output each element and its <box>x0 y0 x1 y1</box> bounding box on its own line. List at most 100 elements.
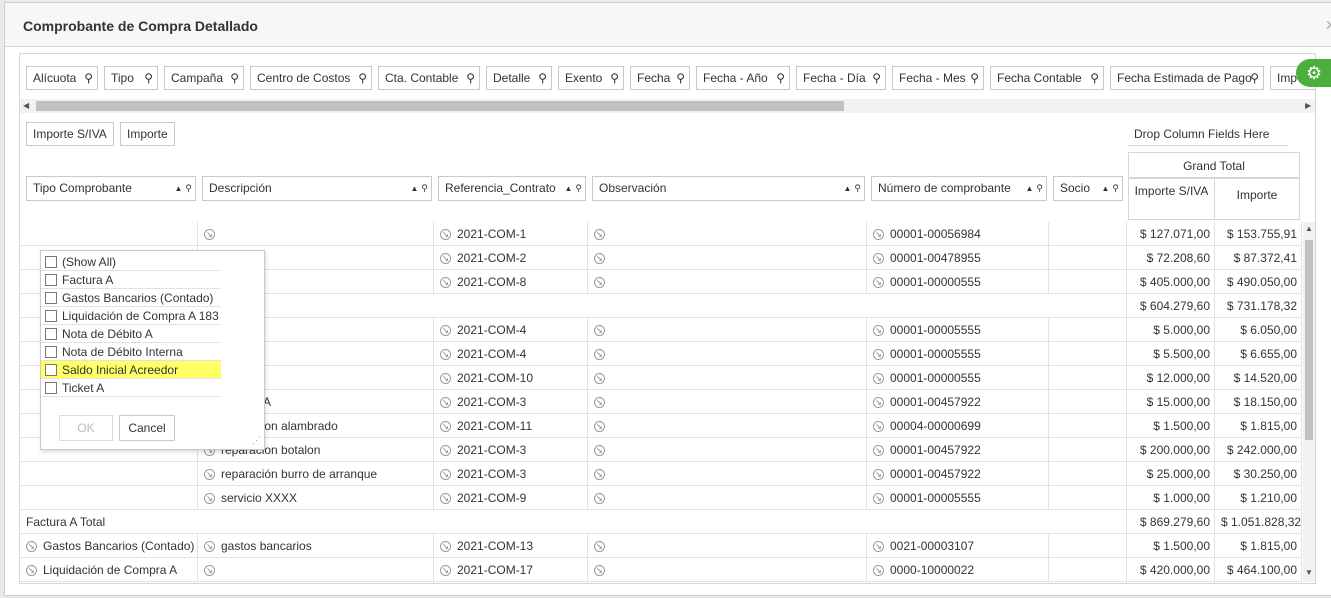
checkbox[interactable] <box>45 310 57 322</box>
checkbox[interactable] <box>45 346 57 358</box>
expand-icon[interactable]: ↘ <box>594 469 605 481</box>
expand-icon[interactable]: ↘ <box>204 229 215 241</box>
expand-icon[interactable]: ↘ <box>594 373 605 385</box>
filter-icon[interactable]: ⚲ <box>84 67 93 89</box>
expand-icon[interactable]: ↘ <box>440 493 451 505</box>
expand-icon[interactable]: ↘ <box>594 397 605 409</box>
expand-icon[interactable]: ↘ <box>440 421 451 433</box>
scroll-right-icon[interactable]: ▶ <box>1305 99 1311 113</box>
expand-icon[interactable]: ↘ <box>594 229 605 241</box>
popup-item-show-all[interactable]: (Show All) <box>41 253 221 271</box>
filter-icon[interactable]: ⚲ <box>358 67 367 89</box>
field-centro-de-costos[interactable]: Centro de Costos ⚲ <box>250 66 372 90</box>
filter-icon[interactable]: ⚲ <box>144 67 153 89</box>
row-field-tipo-comprobante[interactable]: Tipo Comprobante ▲ ⚲ <box>26 176 196 201</box>
header-importe-siva[interactable]: Importe S/IVA <box>1128 178 1215 220</box>
checkbox[interactable] <box>45 364 57 376</box>
field-fecha-dia[interactable]: Fecha - Día ⚲ <box>796 66 886 90</box>
expand-icon[interactable]: ↘ <box>873 445 884 457</box>
expand-icon[interactable]: ↘ <box>873 565 884 577</box>
filter-icon[interactable]: ⚲ <box>421 183 428 193</box>
sort-asc-icon[interactable]: ▲ <box>410 184 418 193</box>
expand-icon[interactable]: ↘ <box>873 373 884 385</box>
expand-icon[interactable]: ↘ <box>440 325 451 337</box>
filter-icon[interactable]: ⚲ <box>1112 183 1119 193</box>
checkbox[interactable] <box>45 256 57 268</box>
expand-icon[interactable]: ↘ <box>26 541 37 553</box>
popup-item-liquidacion-de-compra[interactable]: Liquidación de Compra A 183 <box>41 307 221 325</box>
expand-icon[interactable]: ↘ <box>873 493 884 505</box>
filter-icon[interactable]: ⚲ <box>776 67 785 89</box>
checkbox[interactable] <box>45 292 57 304</box>
field-alicuota[interactable]: Alícuota ⚲ <box>26 66 98 90</box>
filter-icon[interactable]: ⚲ <box>610 67 619 89</box>
popup-item-gastos-bancarios[interactable]: Gastos Bancarios (Contado) <box>41 289 221 307</box>
expand-icon[interactable]: ↘ <box>594 277 605 289</box>
expand-icon[interactable]: ↘ <box>873 229 884 241</box>
field-fecha-anio[interactable]: Fecha - Año ⚲ <box>696 66 790 90</box>
expand-icon[interactable]: ↘ <box>873 349 884 361</box>
expand-icon[interactable]: ↘ <box>873 421 884 433</box>
sort-asc-icon[interactable]: ▲ <box>1025 184 1033 193</box>
field-cta-contable[interactable]: Cta. Contable ⚲ <box>378 66 480 90</box>
expand-icon[interactable]: ↘ <box>594 565 605 577</box>
filter-icon[interactable]: ⚲ <box>230 67 239 89</box>
expand-icon[interactable]: ↘ <box>440 397 451 409</box>
filter-icon[interactable]: ⚲ <box>185 183 192 193</box>
expand-icon[interactable]: ↘ <box>204 469 215 481</box>
filter-icon[interactable]: ⚲ <box>676 67 685 89</box>
data-field-importe[interactable]: Importe <box>120 122 175 146</box>
sort-asc-icon[interactable]: ▲ <box>843 184 851 193</box>
scroll-up-icon[interactable]: ▲ <box>1305 224 1313 233</box>
ok-button[interactable]: OK <box>59 415 113 441</box>
expand-icon[interactable]: ↘ <box>594 253 605 265</box>
popup-item-nota-de-debito-interna[interactable]: Nota de Débito Interna <box>41 343 221 361</box>
row-field-observacion[interactable]: Observación ▲ ⚲ <box>592 176 865 201</box>
horizontal-scrollbar[interactable]: ◀ ▶ <box>20 99 1315 113</box>
row-field-descripcion[interactable]: Descripción ▲ ⚲ <box>202 176 432 201</box>
expand-icon[interactable]: ↘ <box>440 469 451 481</box>
expand-icon[interactable]: ↘ <box>440 373 451 385</box>
scroll-down-icon[interactable]: ▼ <box>1305 568 1313 577</box>
expand-icon[interactable]: ↘ <box>440 253 451 265</box>
settings-button[interactable]: ⚙ <box>1296 59 1331 87</box>
horizontal-scroll-thumb[interactable] <box>36 101 844 111</box>
field-exento[interactable]: Exento ⚲ <box>558 66 624 90</box>
filter-icon[interactable]: ⚲ <box>575 183 582 193</box>
checkbox[interactable] <box>45 382 57 394</box>
vertical-scrollbar[interactable]: ▲ ▼ <box>1303 222 1315 582</box>
filter-icon[interactable]: ⚲ <box>1090 67 1099 89</box>
vertical-scroll-thumb[interactable] <box>1305 240 1313 440</box>
expand-icon[interactable]: ↘ <box>440 349 451 361</box>
expand-icon[interactable]: ↘ <box>440 277 451 289</box>
expand-icon[interactable]: ↘ <box>204 565 215 577</box>
drop-column-fields-area[interactable]: Drop Column Fields Here <box>1128 122 1288 146</box>
resize-grip-icon[interactable]: ⋰ <box>252 435 261 446</box>
field-fecha[interactable]: Fecha ⚲ <box>630 66 690 90</box>
filter-icon[interactable]: ⚲ <box>1250 67 1259 89</box>
popup-item-factura-a[interactable]: Factura A <box>41 271 221 289</box>
expand-icon[interactable]: ↘ <box>873 541 884 553</box>
expand-icon[interactable]: ↘ <box>594 445 605 457</box>
field-fecha-estimada-de-pago[interactable]: Fecha Estimada de Pago ⚲ <box>1110 66 1264 90</box>
expand-icon[interactable]: ↘ <box>594 421 605 433</box>
checkbox[interactable] <box>45 274 57 286</box>
sort-asc-icon[interactable]: ▲ <box>564 184 572 193</box>
field-campana[interactable]: Campaña ⚲ <box>164 66 244 90</box>
expand-icon[interactable]: ↘ <box>873 253 884 265</box>
expand-icon[interactable]: ↘ <box>873 277 884 289</box>
field-detalle[interactable]: Detalle ⚲ <box>486 66 552 90</box>
cancel-button[interactable]: Cancel <box>119 415 175 441</box>
row-field-socio[interactable]: Socio ▲ ⚲ <box>1053 176 1123 201</box>
expand-icon[interactable]: ↘ <box>594 349 605 361</box>
field-fecha-mes[interactable]: Fecha - Mes ⚲ <box>892 66 984 90</box>
field-fecha-contable[interactable]: Fecha Contable ⚲ <box>990 66 1104 90</box>
expand-icon[interactable]: ↘ <box>873 397 884 409</box>
filter-icon[interactable]: ⚲ <box>970 67 979 89</box>
sort-asc-icon[interactable]: ▲ <box>1101 184 1109 193</box>
expand-icon[interactable]: ↘ <box>594 541 605 553</box>
checkbox[interactable] <box>45 328 57 340</box>
expand-icon[interactable]: ↘ <box>204 493 215 505</box>
filter-icon[interactable]: ⚲ <box>538 67 547 89</box>
expand-icon[interactable]: ↘ <box>440 565 451 577</box>
